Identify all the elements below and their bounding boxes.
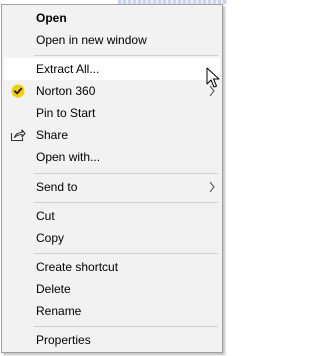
chevron-right-icon (209, 181, 215, 193)
menu-item-label: Rename (36, 304, 82, 318)
menu-separator (34, 253, 218, 254)
menu-item-send-to[interactable]: Send to (4, 176, 220, 198)
menu-item-label: Pin to Start (36, 106, 96, 120)
menu-item-copy[interactable]: Copy (4, 227, 220, 249)
menu-item-open[interactable]: Open (4, 7, 220, 29)
menu-item-label: Copy (36, 231, 65, 245)
menu-item-label: Properties (36, 333, 91, 347)
menu-item-label: Send to (36, 180, 78, 194)
context-menu: Open Open in new window Extract All... N… (1, 4, 223, 353)
menu-item-label: Share (36, 128, 69, 142)
menu-item-properties[interactable]: Properties (4, 329, 220, 351)
menu-item-cut[interactable]: Cut (4, 205, 220, 227)
menu-item-label: Extract All... (36, 62, 100, 76)
menu-separator (34, 326, 218, 327)
share-icon (10, 127, 26, 143)
menu-item-label: Create shortcut (36, 260, 119, 274)
menu-item-pin-to-start[interactable]: Pin to Start (4, 102, 220, 124)
menu-item-norton-360[interactable]: Norton 360 (4, 80, 220, 102)
menu-separator (34, 55, 218, 56)
menu-item-rename[interactable]: Rename (4, 300, 220, 322)
mouse-pointer-icon (206, 67, 220, 88)
menu-item-create-shortcut[interactable]: Create shortcut (4, 256, 220, 278)
menu-separator (34, 173, 218, 174)
menu-item-label: Cut (36, 209, 55, 223)
menu-item-label: Open with... (36, 150, 101, 164)
menu-item-label: Norton 360 (36, 84, 96, 98)
menu-item-open-with[interactable]: Open with... (4, 146, 220, 168)
norton-check-icon (10, 83, 26, 99)
menu-item-label: Delete (36, 282, 71, 296)
menu-item-label: Open (36, 11, 67, 25)
menu-separator (34, 202, 218, 203)
menu-item-extract-all[interactable]: Extract All... (4, 58, 220, 80)
menu-item-open-in-new-window[interactable]: Open in new window (4, 29, 220, 51)
menu-item-share[interactable]: Share (4, 124, 220, 146)
menu-item-label: Open in new window (36, 33, 147, 47)
menu-item-delete[interactable]: Delete (4, 278, 220, 300)
